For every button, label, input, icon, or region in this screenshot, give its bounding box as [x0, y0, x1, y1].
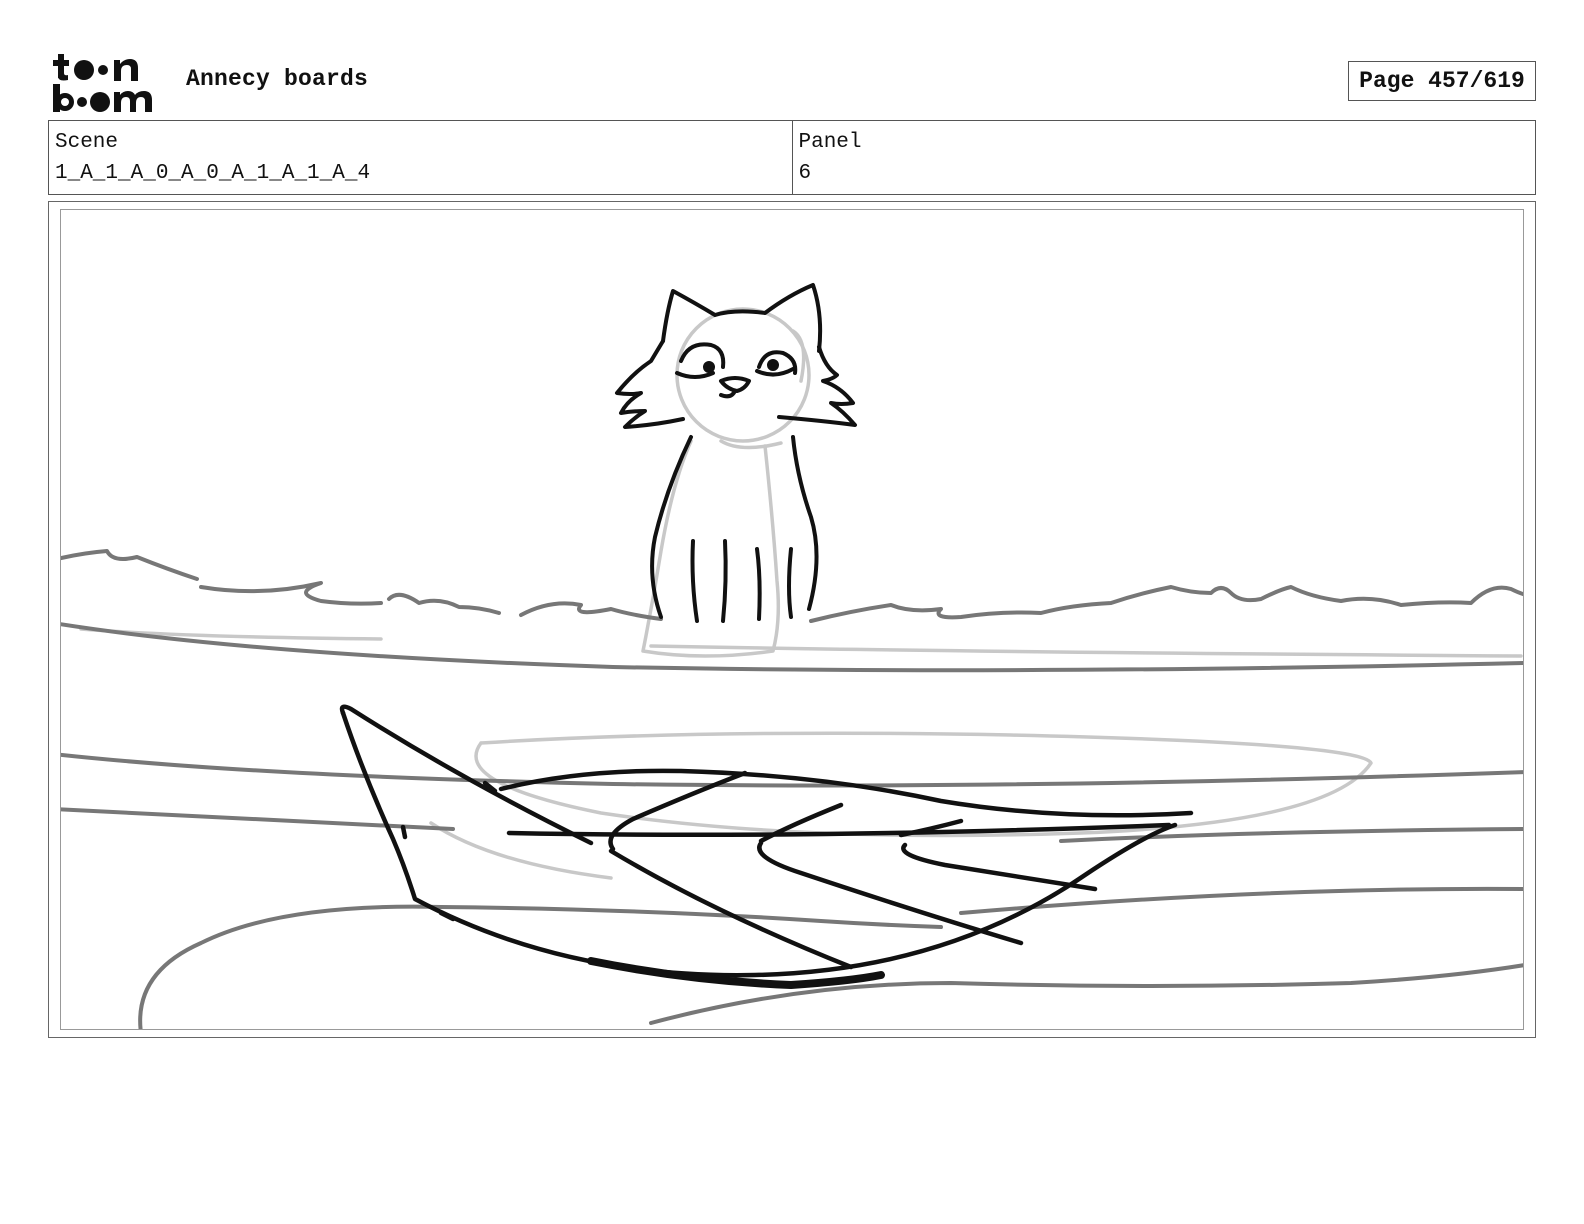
scene-label: Scene	[55, 131, 119, 154]
project-title: Annecy boards	[186, 66, 369, 92]
page-counter-label: Page 457/619	[1359, 68, 1525, 94]
panel-sketch	[61, 283, 1523, 1029]
page-counter: Page 457/619	[1348, 61, 1536, 101]
cat-sketch	[615, 283, 857, 623]
toon-boom-logo	[50, 50, 164, 114]
rowboat-sketch	[339, 704, 1194, 989]
scene-cell: Scene 1_A_1_A_0_A_0_A_1_A_1_A_4	[49, 121, 792, 194]
storyboard-panel-image	[60, 209, 1524, 1030]
water-lines	[61, 549, 1523, 1029]
panel-value: 6	[798, 162, 812, 185]
scene-panel-info: Scene 1_A_1_A_0_A_0_A_1_A_1_A_4 Panel 6	[48, 120, 1536, 195]
panel-label: Panel	[798, 131, 862, 154]
panel-cell: Panel 6	[791, 121, 1536, 194]
toon-boom-logo-icon	[53, 54, 152, 112]
scene-value: 1_A_1_A_0_A_0_A_1_A_1_A_4	[55, 162, 371, 185]
